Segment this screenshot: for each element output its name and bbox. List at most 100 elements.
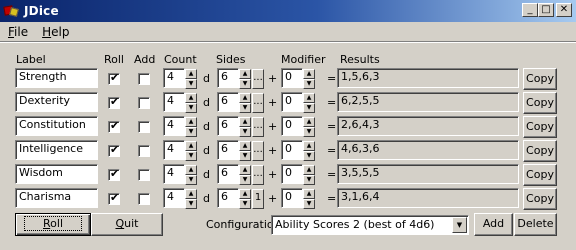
count-spinner[interactable]: ▲ ▼: [185, 93, 197, 113]
copy-button[interactable]: Copy: [523, 188, 557, 210]
label-field[interactable]: Constitution: [15, 116, 98, 136]
spin-down-icon[interactable]: ▼: [185, 79, 197, 89]
modifier-field[interactable]: 0: [281, 116, 303, 136]
spin-up-icon[interactable]: ▲: [239, 165, 251, 175]
label-field[interactable]: Wisdom: [15, 164, 98, 184]
dice-app-icon[interactable]: [3, 3, 20, 19]
modifier-field[interactable]: 0: [281, 92, 303, 112]
spin-up-icon[interactable]: ▲: [239, 189, 251, 199]
label-field[interactable]: Charisma: [15, 188, 98, 208]
add-checkbox[interactable]: [138, 121, 150, 133]
modifier-spinner[interactable]: ▲ ▼: [303, 93, 315, 113]
spin-up-icon[interactable]: ▲: [239, 93, 251, 103]
spin-down-icon[interactable]: ▼: [185, 103, 197, 113]
spin-down-icon[interactable]: ▼: [185, 175, 197, 185]
spin-down-icon[interactable]: ▼: [239, 151, 251, 161]
count-field[interactable]: 4: [163, 92, 185, 112]
add-checkbox[interactable]: [138, 169, 150, 181]
sides-field[interactable]: 6: [217, 116, 239, 136]
spin-up-icon[interactable]: ▲: [185, 93, 197, 103]
spin-up-icon[interactable]: ▲: [303, 117, 315, 127]
sides-field[interactable]: 6: [217, 164, 239, 184]
add-checkbox[interactable]: [138, 73, 150, 85]
modifier-spinner[interactable]: ▲ ▼: [303, 189, 315, 209]
copy-button[interactable]: Copy: [523, 92, 557, 114]
count-spinner[interactable]: ▲ ▼: [185, 189, 197, 209]
spin-down-icon[interactable]: ▼: [303, 199, 315, 209]
spin-up-icon[interactable]: ▲: [185, 117, 197, 127]
roll-checkbox[interactable]: ✔: [108, 191, 120, 205]
configuration-dropdown[interactable]: Ability Scores 2 (best of 4d6) ▼: [271, 215, 469, 235]
spin-down-icon[interactable]: ▼: [303, 127, 315, 137]
count-spinner[interactable]: ▲ ▼: [185, 141, 197, 161]
spin-up-icon[interactable]: ▲: [185, 165, 197, 175]
sides-spinner[interactable]: ▲ ▼: [239, 93, 251, 113]
roll-button[interactable]: Roll: [15, 213, 91, 236]
spin-down-icon[interactable]: ▼: [303, 103, 315, 113]
spin-up-icon[interactable]: ▲: [185, 69, 197, 79]
count-field[interactable]: 4: [163, 140, 185, 160]
label-field[interactable]: Strength: [15, 68, 98, 88]
count-field[interactable]: 4: [163, 116, 185, 136]
sides-spinner[interactable]: ▲ ▼: [239, 165, 251, 185]
modifier-spinner[interactable]: ▲ ▼: [303, 165, 315, 185]
sides-field[interactable]: 6: [217, 140, 239, 160]
sides-field[interactable]: 6: [217, 188, 239, 208]
spin-down-icon[interactable]: ▼: [185, 151, 197, 161]
spin-up-icon[interactable]: ▲: [303, 189, 315, 199]
spin-up-icon[interactable]: ▲: [303, 141, 315, 151]
spin-up-icon[interactable]: ▲: [303, 165, 315, 175]
spin-up-icon[interactable]: ▲: [303, 93, 315, 103]
sides-more-button[interactable]: ...: [252, 141, 264, 161]
sides-more-button[interactable]: ...: [252, 165, 264, 185]
spin-up-icon[interactable]: ▲: [239, 117, 251, 127]
sides-field[interactable]: 6: [217, 68, 239, 88]
spin-down-icon[interactable]: ▼: [303, 79, 315, 89]
menu-help[interactable]: Help: [34, 25, 75, 39]
modifier-spinner[interactable]: ▲ ▼: [303, 117, 315, 137]
spin-down-icon[interactable]: ▼: [303, 151, 315, 161]
spin-up-icon[interactable]: ▲: [239, 141, 251, 151]
add-config-button[interactable]: Add: [474, 213, 513, 236]
spin-down-icon[interactable]: ▼: [185, 127, 197, 137]
sides-spinner[interactable]: ▲ ▼: [239, 69, 251, 89]
quit-button[interactable]: Quit: [91, 213, 163, 236]
sides-more-button[interactable]: 1: [252, 189, 264, 209]
spin-up-icon[interactable]: ▲: [185, 141, 197, 151]
roll-checkbox[interactable]: ✔: [108, 143, 120, 157]
count-field[interactable]: 4: [163, 188, 185, 208]
spin-up-icon[interactable]: ▲: [185, 189, 197, 199]
delete-config-button[interactable]: Delete: [514, 213, 557, 236]
copy-button[interactable]: Copy: [523, 68, 557, 90]
close-button[interactable]: ✕: [556, 3, 572, 17]
count-spinner[interactable]: ▲ ▼: [185, 117, 197, 137]
spin-down-icon[interactable]: ▼: [239, 103, 251, 113]
copy-button[interactable]: Copy: [523, 140, 557, 162]
modifier-spinner[interactable]: ▲ ▼: [303, 141, 315, 161]
maximize-button[interactable]: □: [538, 3, 554, 17]
chevron-down-icon[interactable]: ▼: [452, 217, 467, 233]
modifier-field[interactable]: 0: [281, 140, 303, 160]
count-spinner[interactable]: ▲ ▼: [185, 165, 197, 185]
copy-button[interactable]: Copy: [523, 164, 557, 186]
spin-down-icon[interactable]: ▼: [239, 79, 251, 89]
sides-more-button[interactable]: ...: [252, 69, 264, 89]
modifier-field[interactable]: 0: [281, 164, 303, 184]
add-checkbox[interactable]: [138, 145, 150, 157]
minimize-button[interactable]: _: [522, 3, 538, 17]
modifier-field[interactable]: 0: [281, 68, 303, 88]
count-spinner[interactable]: ▲ ▼: [185, 69, 197, 89]
sides-field[interactable]: 6: [217, 92, 239, 112]
count-field[interactable]: 4: [163, 68, 185, 88]
sides-spinner[interactable]: ▲ ▼: [239, 189, 251, 209]
sides-spinner[interactable]: ▲ ▼: [239, 141, 251, 161]
add-checkbox[interactable]: [138, 193, 150, 205]
count-field[interactable]: 4: [163, 164, 185, 184]
spin-down-icon[interactable]: ▼: [303, 175, 315, 185]
modifier-field[interactable]: 0: [281, 188, 303, 208]
spin-up-icon[interactable]: ▲: [239, 69, 251, 79]
copy-button[interactable]: Copy: [523, 116, 557, 138]
modifier-spinner[interactable]: ▲ ▼: [303, 69, 315, 89]
add-checkbox[interactable]: [138, 97, 150, 109]
roll-checkbox[interactable]: ✔: [108, 167, 120, 181]
